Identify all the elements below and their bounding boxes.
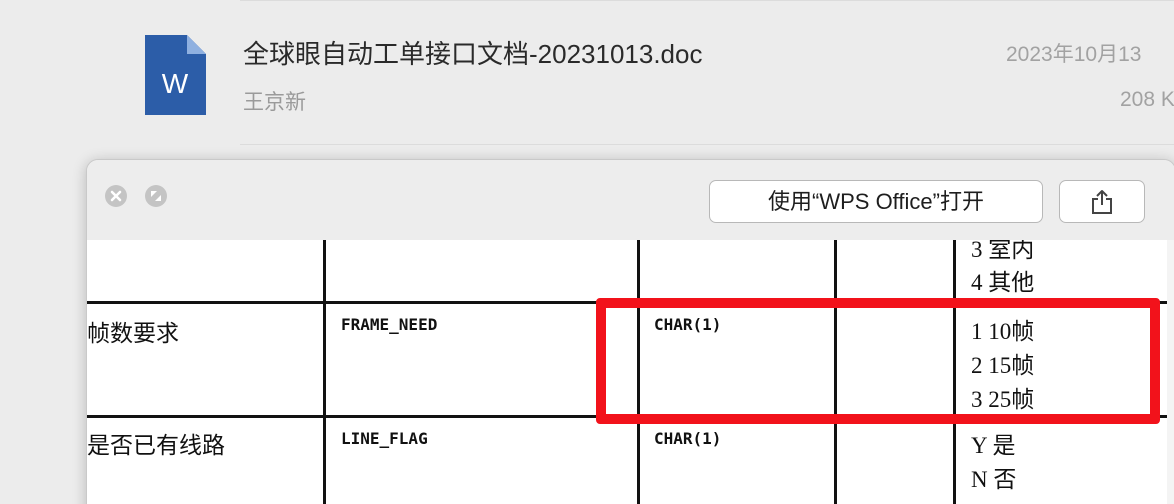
field-name-cell: 帧数要求 — [87, 321, 179, 347]
list-divider — [240, 144, 1174, 145]
attachment-size: 208 K — [1120, 88, 1174, 111]
cell-value: 4 其他 — [971, 270, 1035, 295]
field-code-cell: LINE_FLAG — [341, 429, 428, 448]
open-with-wps-button[interactable]: 使用“WPS Office”打开 — [709, 180, 1043, 223]
close-icon[interactable] — [105, 185, 127, 207]
cell-value: Y 是 — [971, 433, 1016, 458]
fullscreen-icon[interactable] — [145, 185, 167, 207]
share-button[interactable] — [1059, 180, 1145, 223]
attachment-date: 2023年10月13 — [1006, 43, 1142, 66]
quicklook-toolbar: 使用“WPS Office”打开 — [87, 160, 1174, 240]
red-highlight-box — [596, 298, 1160, 424]
field-name-cell: 是否已有线路 — [87, 433, 225, 459]
attachment-title[interactable]: 全球眼自动工单接口文档-20231013.doc — [243, 34, 702, 71]
list-divider — [240, 0, 1174, 1]
field-type-cell: CHAR(1) — [654, 429, 722, 448]
attachment-sender: 王京新 — [243, 90, 306, 114]
cell-value: N 否 — [971, 467, 1017, 492]
field-code-cell: FRAME_NEED — [341, 315, 438, 334]
share-icon — [1092, 190, 1112, 214]
word-document-icon: W — [145, 35, 206, 115]
svg-text:W: W — [162, 68, 189, 99]
scrollbar[interactable] — [1167, 240, 1174, 504]
table-border — [323, 240, 326, 504]
cell-value: 3 室内 — [971, 240, 1035, 262]
